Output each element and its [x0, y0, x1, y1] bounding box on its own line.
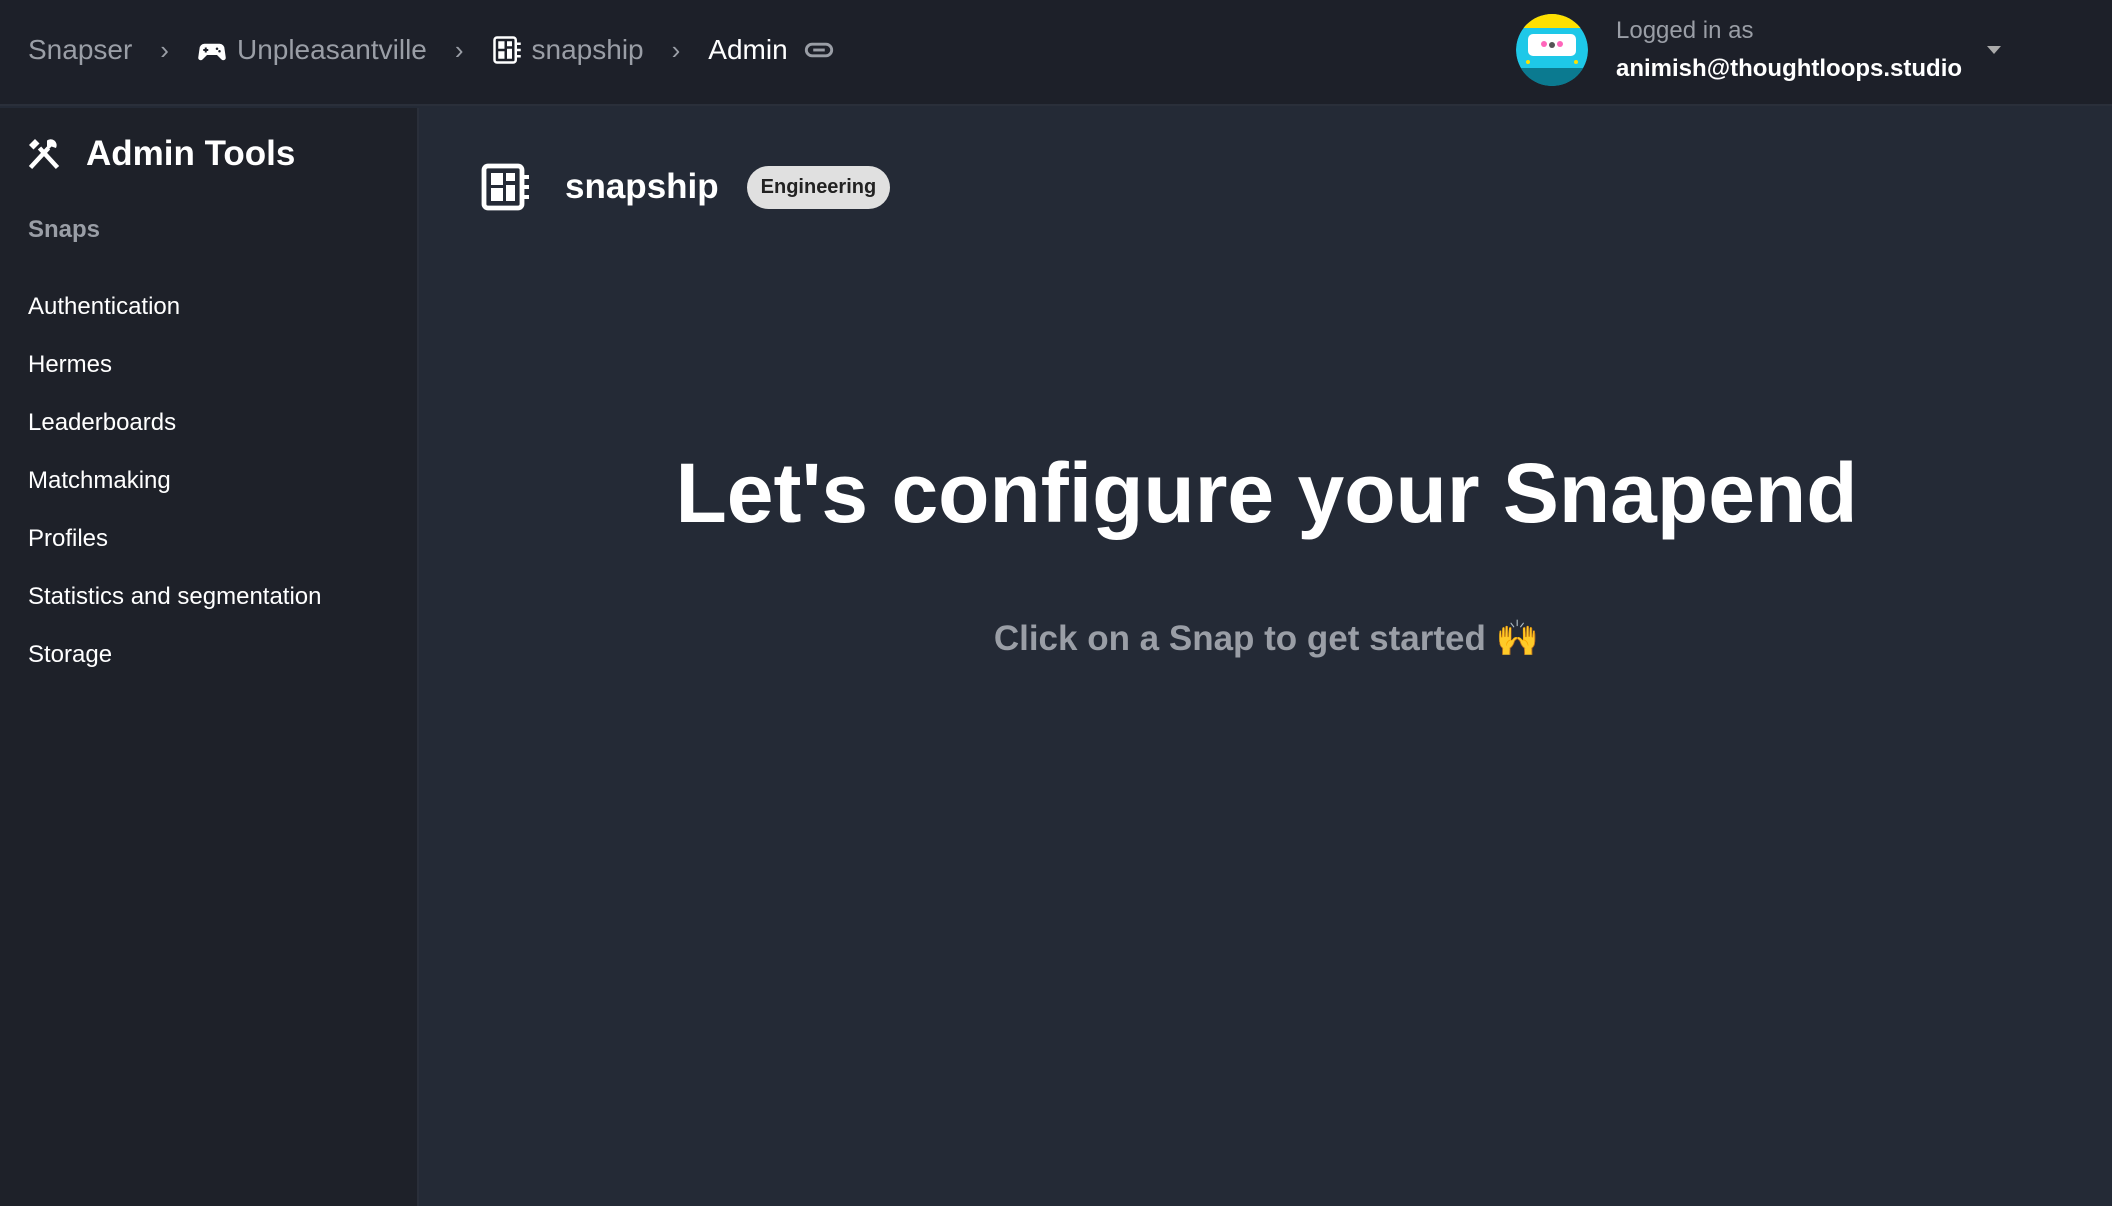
- main-subtitle: Click on a Snap to get started 🙌: [993, 619, 1540, 658]
- sidebar-item-storage[interactable]: Storage: [28, 626, 322, 684]
- sidebar-item-leaderboards[interactable]: Leaderboards: [28, 394, 322, 452]
- breadcrumb-game[interactable]: Unpleasantville: [237, 34, 427, 66]
- caret-down-icon[interactable]: [1987, 46, 2001, 54]
- logged-in-label: Logged in as: [1616, 17, 1754, 44]
- breadcrumb-snapser[interactable]: Snapser: [28, 34, 132, 66]
- project-name: snapship: [565, 167, 719, 206]
- gamepad-icon: [197, 35, 227, 65]
- top-bar: Snapser › Unpleasantville › snapship › A…: [0, 0, 2112, 106]
- sidebar-item-matchmaking[interactable]: Matchmaking: [28, 452, 322, 510]
- user-email: animish@thoughtloops.studio: [1616, 55, 1963, 82]
- sidebar-item-profiles[interactable]: Profiles: [28, 510, 322, 568]
- user-menu[interactable]: Logged in as animish@thoughtloops.studio: [1516, 14, 1962, 86]
- sidebar-title: Admin Tools: [26, 134, 295, 174]
- snap-grid-icon: [481, 163, 529, 211]
- chevron-right-icon: ›: [454, 34, 464, 65]
- avatar[interactable]: [1516, 14, 1588, 86]
- link-icon[interactable]: [804, 35, 834, 65]
- sidebar-list: Authentication Hermes Leaderboards Match…: [28, 278, 322, 684]
- chevron-right-icon: ›: [671, 34, 681, 65]
- environment-badge: Engineering: [746, 165, 891, 209]
- breadcrumb-snapend[interactable]: snapship: [532, 34, 644, 66]
- raised-hands-icon: 🙌: [1495, 619, 1540, 658]
- sidebar-section-snaps: Snaps: [28, 216, 101, 243]
- project-header: snapship Engineering: [481, 162, 891, 212]
- sidebar-item-authentication[interactable]: Authentication: [28, 278, 322, 336]
- main-heading: Let's configure your Snapend: [675, 446, 1858, 540]
- breadcrumb-admin: Admin: [708, 34, 788, 65]
- sidebar-item-statistics[interactable]: Statistics and segmentation: [28, 568, 322, 626]
- snap-grid-icon: [492, 35, 522, 65]
- sidebar-item-hermes[interactable]: Hermes: [28, 336, 322, 394]
- tools-icon: [28, 139, 60, 170]
- chevron-right-icon: ›: [160, 34, 169, 65]
- sidebar: Admin Tools Snaps Authentication Hermes …: [0, 108, 419, 1206]
- breadcrumb: Snapser › Unpleasantville › snapship › A…: [28, 0, 844, 100]
